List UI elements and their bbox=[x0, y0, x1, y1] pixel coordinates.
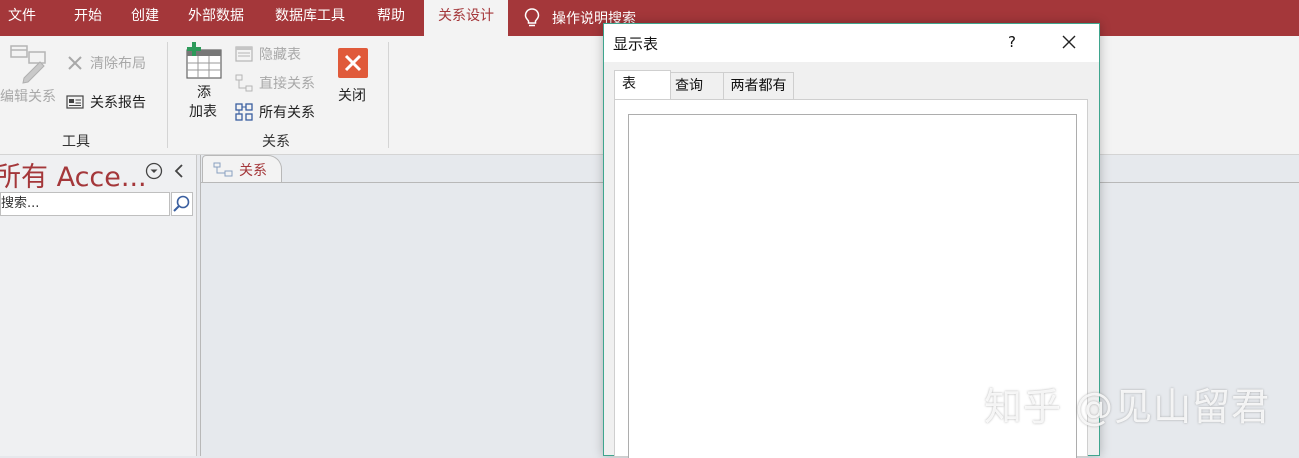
relationships-icon bbox=[213, 162, 233, 177]
all-relationships-icon bbox=[235, 103, 253, 121]
tools-group-label: 工具 bbox=[62, 134, 90, 150]
watermark: 知乎 @见山留君 bbox=[984, 385, 1271, 429]
add-table-button[interactable]: 添 加表 bbox=[189, 84, 219, 122]
clear-x-icon bbox=[68, 56, 82, 70]
relationship-report-button[interactable]: 关系报告 bbox=[66, 92, 146, 112]
document-tab-label: 关系 bbox=[239, 163, 267, 179]
add-table-icon bbox=[184, 42, 224, 86]
lightbulb-icon bbox=[524, 8, 540, 27]
tab-relationship-design[interactable]: 关系设计 bbox=[424, 0, 508, 36]
edit-relationships-label: 编辑关系 bbox=[0, 89, 56, 105]
tab-both[interactable]: 两者都有 bbox=[723, 72, 794, 99]
dialog-title-bar[interactable]: 显示表 ? bbox=[604, 24, 1099, 62]
navigation-pane: 所有 Acce... 搜索... bbox=[0, 155, 197, 456]
add-table-label-2: 加表 bbox=[189, 104, 217, 120]
edit-relationships-button[interactable]: 编辑关系 bbox=[0, 86, 56, 106]
relationships-group-label: 关系 bbox=[262, 134, 290, 150]
document-border bbox=[200, 155, 201, 456]
clear-layout-label: 清除布局 bbox=[90, 56, 146, 72]
dialog-title: 显示表 bbox=[613, 35, 659, 53]
clear-layout-button[interactable]: 清除布局 bbox=[66, 53, 146, 73]
help-button[interactable]: ? bbox=[1002, 30, 1022, 54]
all-relationships-button[interactable]: 所有关系 bbox=[235, 102, 315, 122]
tab-help[interactable]: 帮助 bbox=[377, 0, 405, 36]
direct-relationships-icon bbox=[235, 74, 253, 92]
direct-relationships-button[interactable]: 直接关系 bbox=[235, 73, 315, 93]
direct-relationships-label: 直接关系 bbox=[259, 76, 315, 92]
search-icon[interactable] bbox=[171, 192, 193, 216]
report-icon bbox=[66, 95, 84, 109]
relationships-document-tab[interactable]: 关系 bbox=[202, 155, 282, 183]
close-icon bbox=[338, 48, 368, 78]
add-table-label-1: 添 bbox=[197, 85, 211, 101]
hide-table-icon bbox=[235, 46, 253, 62]
group-divider bbox=[388, 42, 389, 148]
hide-table-button[interactable]: 隐藏表 bbox=[235, 44, 301, 64]
tab-queries[interactable]: 查询 bbox=[670, 72, 724, 99]
group-divider bbox=[167, 42, 168, 148]
edit-relationships-icon bbox=[10, 44, 50, 88]
tab-external-data[interactable]: 外部数据 bbox=[188, 0, 244, 36]
nav-search-input[interactable]: 搜索... bbox=[0, 192, 170, 216]
relationship-report-label: 关系报告 bbox=[90, 95, 146, 111]
nav-pane-title[interactable]: 所有 Acce... bbox=[0, 155, 147, 194]
collapse-pane-icon[interactable] bbox=[172, 162, 186, 184]
tab-file[interactable]: 文件 bbox=[8, 0, 36, 36]
tab-create[interactable]: 创建 bbox=[131, 0, 159, 36]
hide-table-label: 隐藏表 bbox=[259, 47, 301, 63]
close-relationships-button[interactable]: 关闭 bbox=[338, 85, 366, 105]
dialog-close-button[interactable] bbox=[1057, 30, 1081, 54]
nav-dropdown-icon[interactable] bbox=[145, 162, 163, 184]
close-icon bbox=[1062, 35, 1076, 49]
all-relationships-label: 所有关系 bbox=[259, 105, 315, 121]
tab-home[interactable]: 开始 bbox=[74, 0, 102, 36]
tab-tables[interactable]: 表 bbox=[614, 70, 671, 100]
tab-database-tools[interactable]: 数据库工具 bbox=[275, 0, 345, 36]
